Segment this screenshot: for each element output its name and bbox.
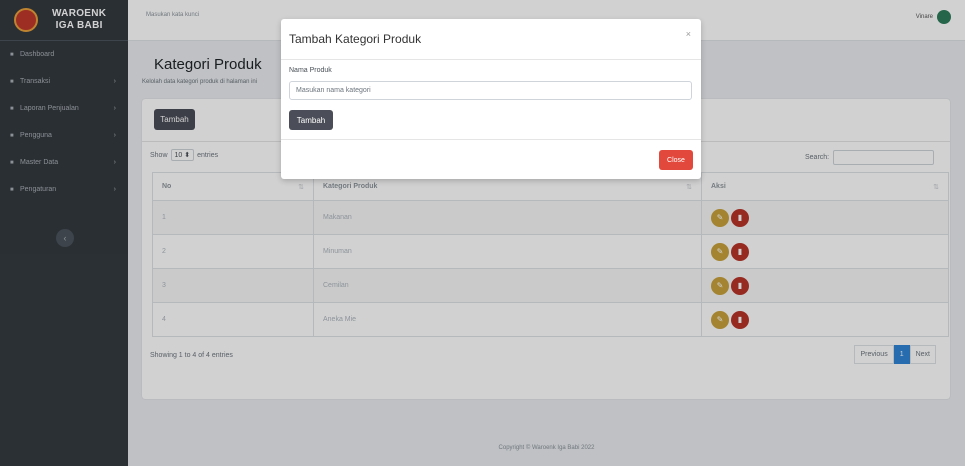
submit-button[interactable]: Tambah [289, 110, 333, 130]
add-category-modal: Tambah Kategori Produk × Nama Produk Mas… [281, 19, 701, 179]
divider [281, 59, 701, 60]
close-icon[interactable]: × [686, 29, 691, 39]
category-name-input[interactable]: Masukan nama kategori [289, 81, 692, 100]
modal-title: Tambah Kategori Produk [289, 32, 422, 46]
field-label: Nama Produk [289, 67, 332, 74]
divider [281, 139, 701, 140]
close-button[interactable]: Close [659, 150, 693, 170]
